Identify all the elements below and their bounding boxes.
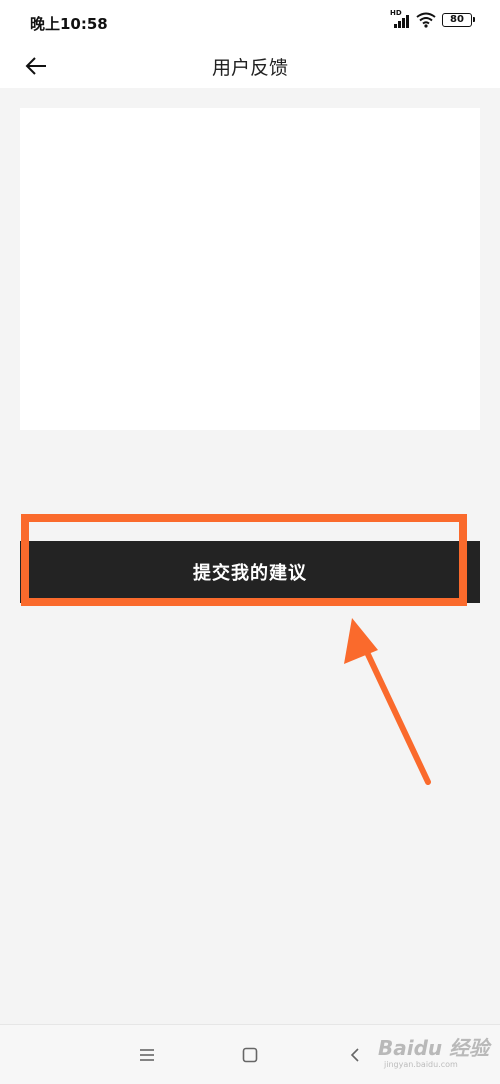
nav-menu-button[interactable] [135,1043,159,1067]
home-square-icon [242,1047,258,1063]
signal-icon: HD [390,9,410,28]
feedback-input[interactable] [20,108,480,430]
nav-back-button[interactable] [343,1043,367,1067]
battery-icon: 80 [442,13,475,27]
annotation-highlight-box [21,514,467,606]
app-header: 用户反馈 [0,44,500,88]
network-label: HD [390,9,402,17]
watermark-main: Baidu 经验 [378,1036,490,1060]
back-chevron-icon [350,1048,359,1062]
watermark-sub: jingyan.baidu.com [384,1060,458,1069]
menu-icon [140,1049,154,1061]
watermark: Baidu 经验 jingyan.baidu.com [378,1028,496,1076]
status-icons: HD 80 [390,9,475,28]
annotation-arrow [344,618,431,785]
nav-home-button[interactable] [238,1043,262,1067]
status-time: 晚上10:58 [30,15,108,33]
status-bar: 晚上10:58 HD 80 [0,0,500,44]
wifi-icon [416,12,436,28]
page-title: 用户反馈 [211,57,288,79]
